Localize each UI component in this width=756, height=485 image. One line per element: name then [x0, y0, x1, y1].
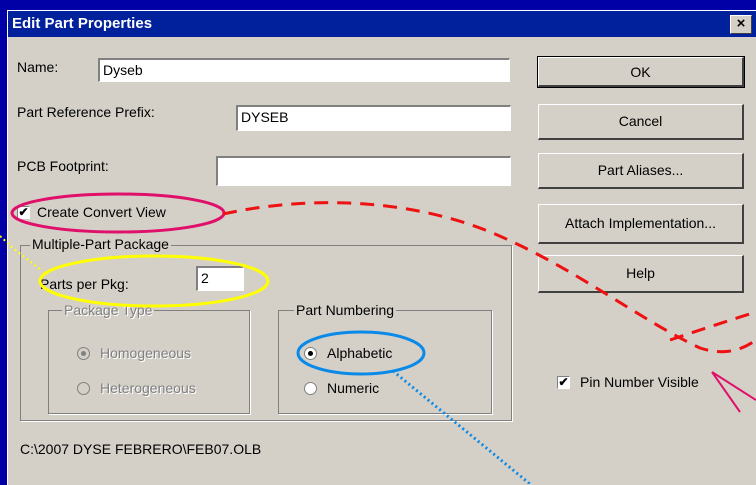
red-dashed-arrow-tail	[669, 310, 756, 342]
annotation-overlay	[0, 192, 756, 484]
blue-dotted-pointer-line	[392, 369, 531, 484]
parts-per-pkg-highlight-ellipse	[38, 254, 270, 308]
convert-view-highlight-ellipse	[10, 192, 226, 234]
alphabetic-highlight-ellipse	[296, 330, 426, 376]
yellow-pointer-line	[0, 235, 41, 270]
red-dashed-arrow-path	[222, 201, 756, 354]
magenta-pointer-line	[711, 371, 756, 413]
